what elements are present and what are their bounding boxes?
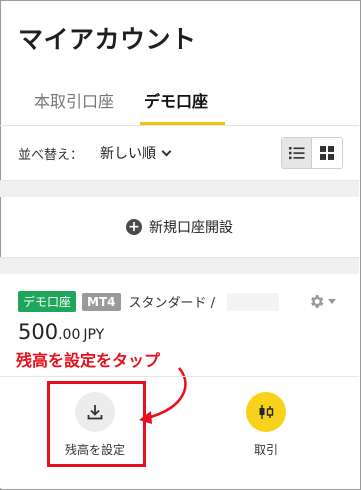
view-toggle: [281, 137, 343, 169]
new-account-button[interactable]: + 新規口座開設: [0, 197, 359, 258]
chevron-down-icon: [161, 146, 172, 156]
caret-down-icon: [328, 299, 336, 304]
masked-account-number: [227, 292, 280, 311]
trade-button[interactable]: 取引: [226, 392, 306, 458]
account-card: デモ口座 MT4 スタンダード / 500.00 JPY 残高を設定をタップ 残高…: [0, 274, 359, 488]
plus-circle-icon: +: [126, 219, 142, 235]
tab-real-account[interactable]: 本取引口座: [34, 88, 114, 112]
sort-dropdown[interactable]: 新しい順: [100, 143, 172, 163]
account-tabs: 本取引口座 デモ口座: [0, 80, 359, 126]
balance-integer: 500: [18, 320, 59, 344]
trade-icon-circle: [246, 392, 286, 432]
demo-badge: デモ口座: [18, 291, 77, 312]
new-account-label: 新規口座開設: [149, 220, 233, 236]
account-settings-button[interactable]: [308, 293, 336, 310]
account-badges: デモ口座 MT4 スタンダード /: [18, 291, 280, 312]
balance-decimal: .00: [58, 327, 81, 343]
page-title: マイアカウント: [18, 25, 197, 54]
card-divider: [0, 376, 359, 377]
section-separator: [0, 258, 359, 274]
list-view-button[interactable]: [282, 138, 313, 168]
list-icon: [288, 147, 304, 160]
grid-view-button[interactable]: [312, 138, 342, 168]
trade-label: 取引: [253, 443, 278, 457]
grid-icon: [320, 146, 334, 160]
account-type: スタンダード /: [128, 296, 216, 311]
active-tab-indicator: [140, 122, 225, 125]
balance-currency: JPY: [83, 327, 105, 343]
section-separator: [0, 180, 359, 197]
sort-label: 並べ替え：: [18, 148, 84, 163]
platform-badge: MT4: [82, 292, 121, 311]
highlight-box: [47, 381, 146, 467]
account-balance: 500.00 JPY: [18, 320, 104, 344]
gear-icon: [311, 295, 324, 308]
tab-demo-account[interactable]: デモ口座: [144, 88, 208, 112]
sort-value: 新しい順: [100, 146, 156, 162]
candlestick-icon: [259, 405, 274, 419]
